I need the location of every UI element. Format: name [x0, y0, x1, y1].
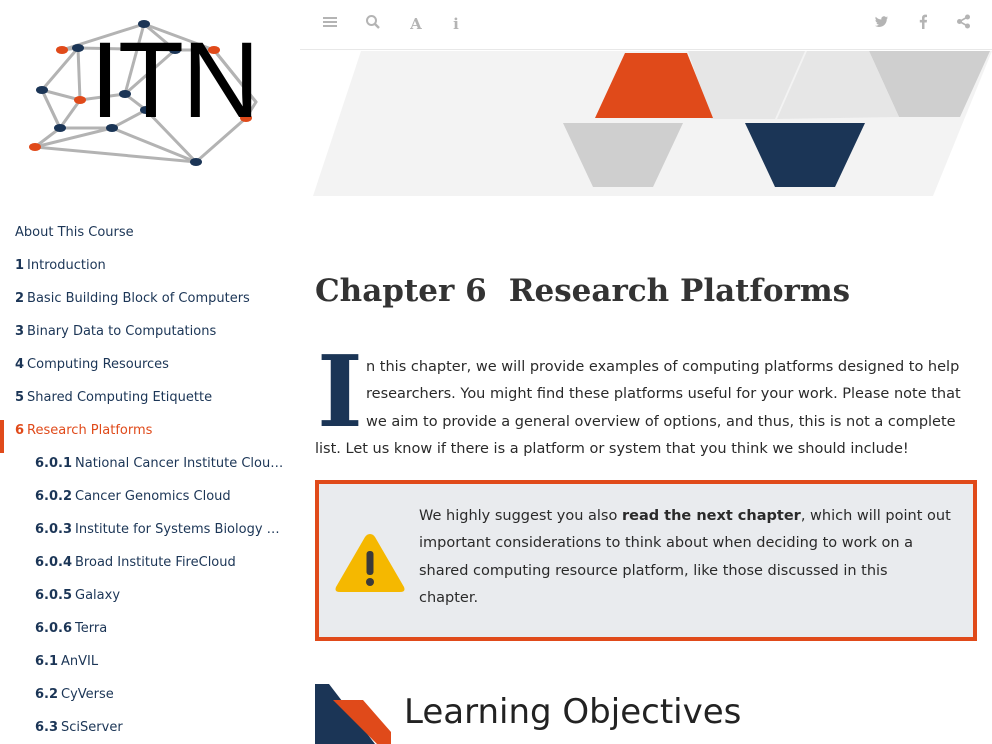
callout-text-post: , which will point out — [800, 508, 951, 524]
toc-item-label: Basic Building Block of Computers — [27, 291, 250, 306]
toc-item-label: Research Platforms — [27, 423, 153, 438]
toc-item[interactable]: 5 Shared Computing Etiquette — [0, 387, 300, 420]
chapter-number: Chapter 6 — [315, 273, 487, 309]
toc-item-label: Shared Computing Etiquette — [27, 390, 213, 405]
toc-item-label: AnVIL — [61, 654, 99, 669]
chapter-banner — [313, 51, 992, 196]
page-title: Chapter 6 Research Platforms — [315, 273, 850, 309]
toc-item-label: National Cancer Institute Cloud Resource… — [75, 456, 300, 471]
toc-item[interactable]: About This Course — [0, 222, 300, 255]
callout-line: shared computing resource platform, like… — [419, 562, 888, 579]
toc-item-number: 6.0.3 — [35, 522, 73, 537]
toc-item-number: 2 — [15, 291, 25, 306]
toc-item-label: Broad Institute FireCloud — [75, 555, 236, 570]
list-icon[interactable] — [320, 14, 340, 34]
toc-item[interactable]: 4 Computing Resources — [0, 354, 300, 387]
toc-item[interactable]: 6.0.3 Institute for Systems Biology (ISB)… — [0, 519, 300, 552]
toc-item-label: Computing Resources — [27, 357, 169, 372]
sidebar: ITN About This Course 1 Introduction 2 Basic… — [0, 0, 300, 744]
toc-item-number: 3 — [15, 324, 25, 339]
toc-item-label: About This Course — [15, 225, 134, 240]
toc-item-label: SciServer — [61, 720, 123, 735]
learning-objectives-icon — [315, 684, 391, 744]
twitter-icon[interactable] — [871, 14, 891, 34]
toc-item-number: 6.0.6 — [35, 621, 73, 636]
callout-text: We highly suggest you also read the next… — [419, 503, 964, 613]
toc-item-label: Cancer Genomics Cloud — [75, 489, 231, 504]
toc-item-number: 6.3 — [35, 720, 59, 735]
toc-item-number: 1 — [15, 258, 25, 273]
toc-item[interactable]: 6.3 SciServer — [0, 717, 300, 744]
callout-line: chapter. — [419, 590, 479, 607]
intro-line: we aim to provide a general overview of … — [366, 413, 956, 430]
callout-line: important considerations to think about … — [419, 535, 914, 552]
facebook-icon[interactable] — [913, 14, 933, 34]
toc-item[interactable]: 6 Research Platforms — [0, 420, 300, 453]
intro-paragraph: n this chapter, we will provide examples… — [315, 354, 980, 464]
share-icon[interactable] — [953, 14, 973, 34]
toolbar: A i — [300, 0, 992, 50]
toc-item[interactable]: 2 Basic Building Block of Computers — [0, 288, 300, 321]
toc-item-number: 4 — [15, 357, 25, 372]
toc-item[interactable]: 6.0.6 Terra — [0, 618, 300, 651]
toc-item[interactable]: 3 Binary Data to Computations — [0, 321, 300, 354]
intro-line: n this chapter, we will provide examples… — [366, 359, 960, 375]
toc-item-number: 6.0.2 — [35, 489, 73, 504]
callout-text-pre: We highly suggest you also — [419, 508, 622, 524]
toc-item[interactable]: 6.0.5 Galaxy — [0, 585, 300, 618]
toc-item-label: Binary Data to Computations — [27, 324, 217, 339]
toc-item-number: 6.0.5 — [35, 588, 73, 603]
section-title: Learning Objectives — [404, 692, 742, 732]
warning-callout: We highly suggest you also read the next… — [315, 480, 977, 641]
search-icon[interactable] — [363, 14, 383, 34]
toc-item-label: CyVerse — [61, 687, 114, 702]
toc-item[interactable]: 6.0.1National Cancer Institute Cloud Res… — [0, 453, 300, 486]
toc-item[interactable]: 6.0.4 Broad Institute FireCloud — [0, 552, 300, 585]
toc-item[interactable]: 6.2 CyVerse — [0, 684, 300, 717]
toc-item[interactable]: 1 Introduction — [0, 255, 300, 288]
toc-item-number: 6.1 — [35, 654, 59, 669]
toc-item-number: 6.0.1 — [35, 456, 73, 471]
toc-item-label: Introduction — [27, 258, 106, 273]
intro-line: list. Let us know if there is a platform… — [315, 441, 909, 458]
toc-item-label: Institute for Systems Biology (ISB) Canc… — [75, 522, 300, 537]
toc-item-number: 5 — [15, 390, 25, 405]
toc-item-number: 6.2 — [35, 687, 59, 702]
chapter-title: Research Platforms — [508, 273, 851, 309]
toc-item-label: Galaxy — [75, 588, 121, 603]
toc-item[interactable]: 6.1 AnVIL — [0, 651, 300, 684]
info-icon[interactable]: i — [446, 14, 466, 34]
toc-item-number: 6 — [15, 423, 25, 438]
warning-icon — [335, 534, 405, 592]
font-icon[interactable]: A — [406, 14, 426, 34]
toc-item-label: Terra — [75, 621, 108, 636]
toc-item-number: 6.0.4 — [35, 555, 73, 570]
toc-item[interactable]: 6.0.2 Cancer Genomics Cloud — [0, 486, 300, 519]
callout-emphasis: read the next chapter — [621, 508, 801, 524]
table-of-contents: About This Course 1 Introduction 2 Basic Bui… — [0, 222, 300, 744]
logo-text: ITN — [90, 19, 260, 140]
intro-line: researchers. You might find these platfo… — [366, 386, 961, 403]
